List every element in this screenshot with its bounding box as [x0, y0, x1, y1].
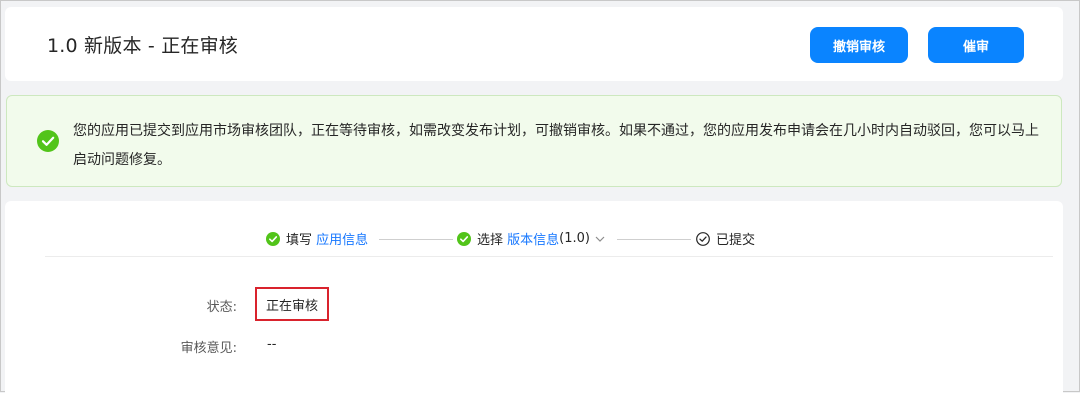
step-label: 已提交 — [716, 233, 756, 248]
notice-text: 您的应用已提交到应用市场审核团队，正在等待审核，如需改变发布计划，可撤销审核。如… — [73, 123, 1039, 168]
progress-steps: 填写 应用信息 选择 版本信息 (1.0) 已提交 — [5, 229, 1063, 249]
version-info-link[interactable]: 版本信息 — [507, 229, 559, 248]
step-prefix: 选择 — [477, 233, 504, 248]
step-connector — [379, 239, 453, 240]
review-comment-label: 审核意见: — [180, 341, 237, 356]
version-number: (1.0) — [559, 231, 590, 246]
step-check-icon — [696, 231, 710, 246]
step-select-version: 选择 版本信息 (1.0) — [457, 229, 606, 248]
app-info-link[interactable]: 应用信息 — [316, 229, 368, 248]
status-label: 状态: — [206, 300, 237, 315]
status-notice: 您的应用已提交到应用市场审核团队，正在等待审核，如需改变发布计划，可撤销审核。如… — [6, 95, 1062, 187]
page-title: 1.0 新版本 - 正在审核 — [47, 35, 238, 57]
step-prefix: 填写 — [286, 233, 313, 248]
status-value: 正在审核 — [265, 298, 318, 314]
header-card: 1.0 新版本 - 正在审核 撤销审核 催审 — [5, 7, 1063, 81]
step-submitted: 已提交 — [696, 229, 755, 248]
withdraw-review-button[interactable]: 撤销审核 — [810, 27, 908, 63]
check-circle-icon — [37, 130, 59, 152]
urge-review-button[interactable]: 催审 — [928, 27, 1024, 63]
status-value-box: 正在审核 — [255, 287, 329, 321]
content-card: 填写 应用信息 选择 版本信息(1.0) 已提交 状态: 正在审核 审核意见: — [5, 201, 1063, 393]
step-connector — [617, 239, 691, 240]
review-comment-value: -- — [267, 337, 277, 352]
step-check-icon — [457, 231, 471, 246]
step-check-icon — [266, 231, 280, 246]
step-fill-app-info: 填写 应用信息 — [266, 229, 368, 248]
chevron-down-icon[interactable] — [594, 233, 606, 245]
divider — [45, 256, 1053, 257]
